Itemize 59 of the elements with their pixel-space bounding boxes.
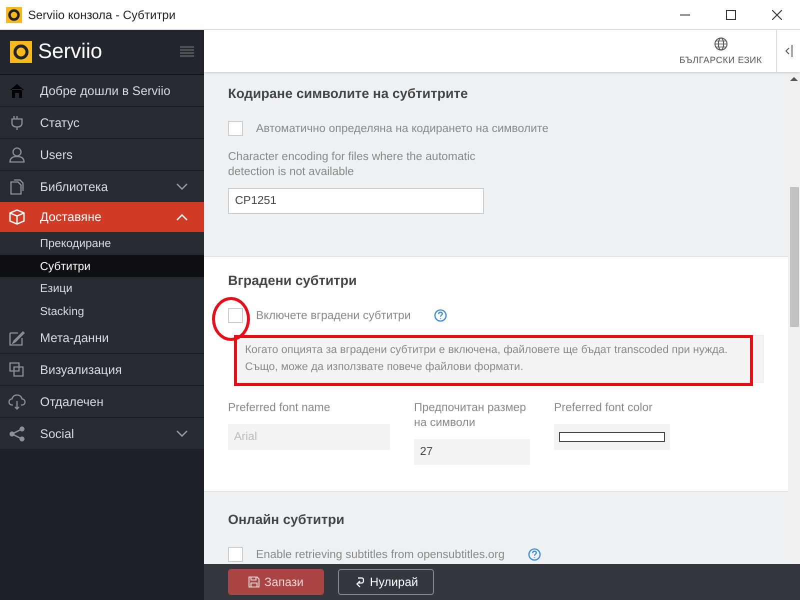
scroll-up-icon[interactable]	[790, 76, 798, 82]
sidebar-item[interactable]: Доставяне	[0, 202, 204, 232]
chevron-icon	[176, 182, 188, 190]
checkbox-label: Автоматично определяна на кодирането на символите	[256, 122, 549, 134]
highlight-circle	[212, 297, 250, 341]
chevron-icon	[176, 430, 188, 438]
sidebar-item[interactable]: Social	[0, 418, 204, 449]
sidebar-item[interactable]: Визуализация	[0, 354, 204, 385]
save-button[interactable]: Запази	[228, 569, 324, 595]
field-label: Preferred font name	[228, 401, 332, 416]
section-title: Вградени субтитри	[228, 273, 358, 288]
globe-icon	[714, 37, 728, 51]
user-icon	[8, 146, 26, 164]
reset-button[interactable]: Нулирай	[338, 569, 434, 595]
maximize-icon	[726, 10, 736, 20]
chevron-icon	[176, 213, 188, 221]
app-icon	[6, 6, 22, 22]
scrollbar-thumb[interactable]	[790, 187, 798, 327]
help-icon[interactable]	[528, 548, 541, 561]
windows-icon	[8, 360, 26, 378]
field-label: Предпочитан размер на символи	[414, 401, 528, 431]
color-picker-field[interactable]	[554, 424, 670, 450]
documents-icon	[8, 178, 26, 196]
sidebar-item[interactable]: Users	[0, 139, 204, 170]
undo-icon	[354, 576, 366, 588]
encoding-input-field[interactable]: CP1251	[228, 188, 484, 214]
cloud-download-icon	[8, 392, 26, 410]
sidebar-item[interactable]: Добре дошли в Serviio	[0, 75, 204, 106]
submenu-item[interactable]: Субтитри	[0, 254, 204, 277]
submenu-item[interactable]: Stacking	[0, 300, 204, 322]
share-icon	[8, 424, 26, 442]
pencil-icon	[8, 328, 26, 346]
section-title: Кодиране символите на субтитрите	[228, 86, 469, 101]
sidebar-item[interactable]: Мета-данни	[0, 322, 204, 353]
submenu-item[interactable]: Езици	[0, 277, 204, 300]
info-note: Когато опцията за вградени субтитри е включена, файловете ще бъдат transcoded при нужда. Също, може да използвате повече файлови формати.	[236, 335, 764, 383]
checkbox[interactable]	[228, 308, 243, 323]
language-button[interactable]: БЪЛГАРСКИ ЕЗИК	[665, 30, 776, 72]
logo-icon	[10, 41, 32, 63]
submenu-item[interactable]: Прекодиране	[0, 232, 204, 254]
app-logo-text: Serviio	[38, 40, 104, 64]
checkbox[interactable]	[228, 547, 243, 562]
font-size-input-field[interactable]: 27	[414, 439, 530, 465]
checkbox-label: Enable retrieving subtitles from opensubtitles.org	[256, 548, 505, 560]
checkbox[interactable]	[228, 121, 243, 136]
sidebar-item[interactable]: Отдалечен	[0, 386, 204, 417]
box-icon	[8, 208, 26, 226]
sidebar-item[interactable]: Статус	[0, 107, 204, 138]
checkbox-label: Включете вградени субтитри	[256, 310, 411, 322]
help-icon[interactable]	[434, 309, 447, 322]
close-icon	[772, 10, 782, 20]
field-label: Preferred font color	[554, 401, 654, 416]
section-title: Онлайн субтитри	[228, 512, 346, 527]
field-label: Character encoding for files where the automatic detection is not available	[228, 150, 476, 180]
menu-icon[interactable]	[180, 46, 194, 58]
window-title: Serviio конзола - Субтитри	[28, 8, 177, 22]
sidebar-item[interactable]: Библиотека	[0, 171, 204, 202]
home-icon	[8, 82, 26, 100]
collapse-icon	[784, 44, 792, 58]
